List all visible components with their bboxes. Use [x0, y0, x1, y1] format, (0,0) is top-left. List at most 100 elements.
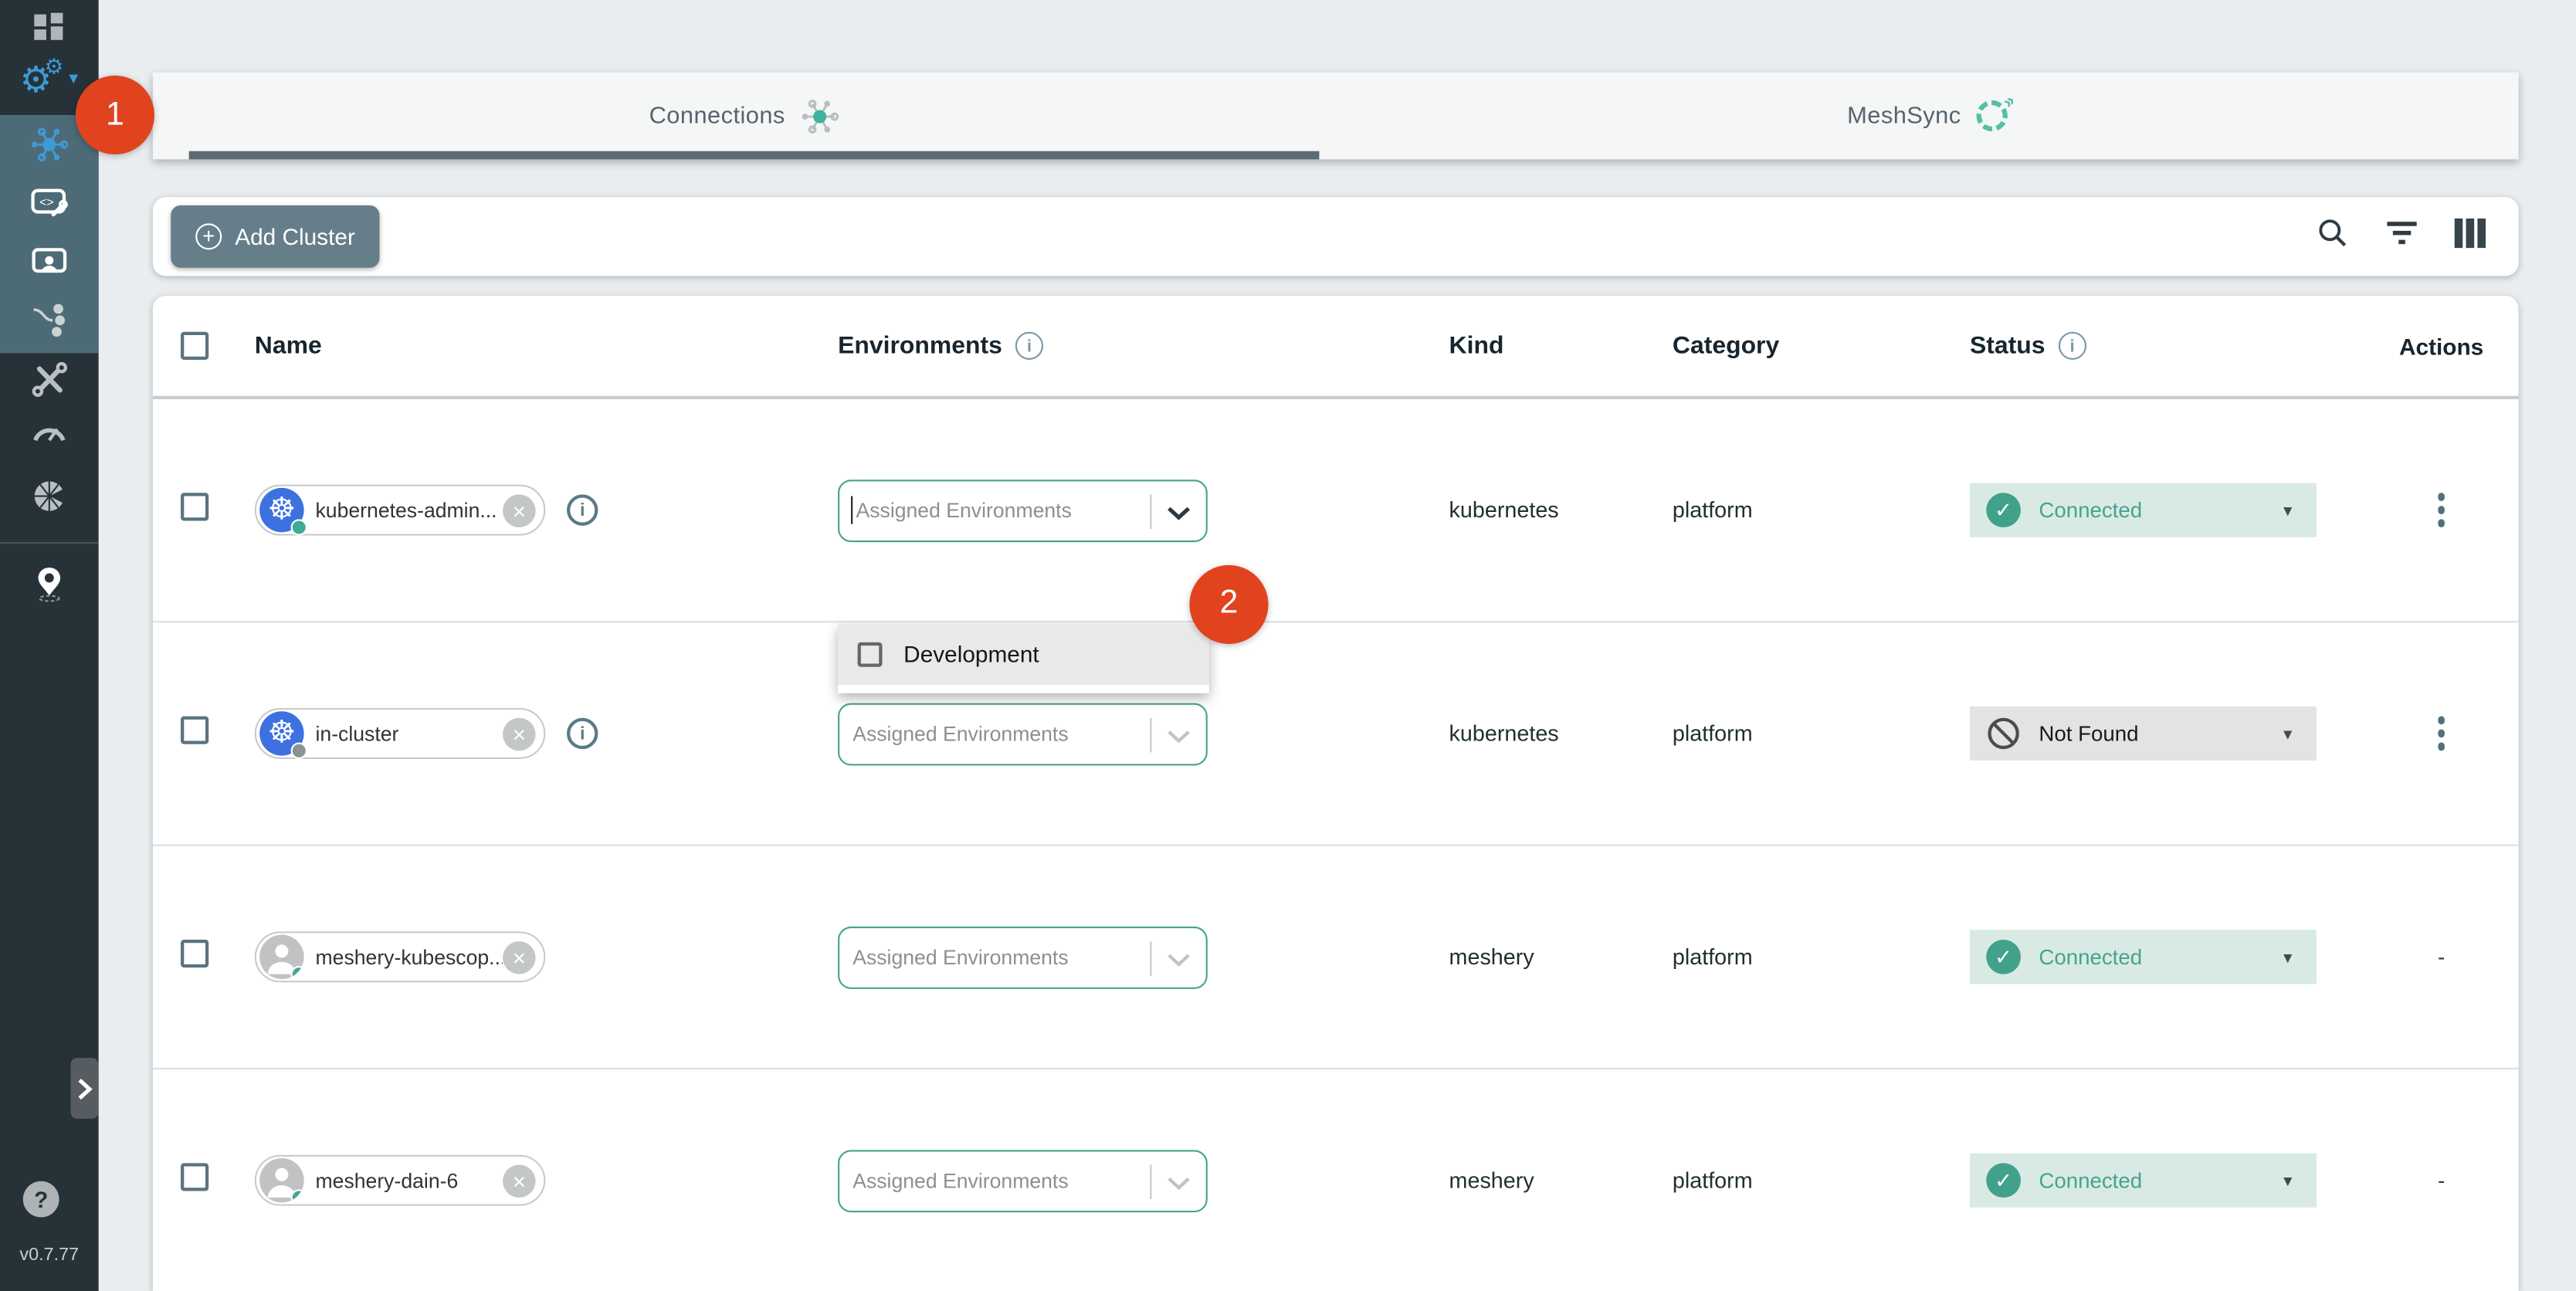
tab-meshsync[interactable]: MeshSync »	[1336, 73, 2519, 160]
col-header-name: Name	[255, 332, 838, 360]
row-checkbox[interactable]	[181, 939, 208, 967]
actions-none: -	[2438, 944, 2445, 969]
column-view-icon[interactable]	[2455, 218, 2486, 256]
option-checkbox[interactable]	[858, 642, 883, 666]
environments-select[interactable]: Assigned Environments	[838, 1149, 1208, 1211]
status-chip[interactable]: ✓ Not Found ▼	[1970, 706, 2317, 761]
connection-name: meshery-dain-6	[304, 1169, 503, 1192]
chevron-down-icon[interactable]	[1167, 952, 1191, 967]
sidebar-expand-button[interactable]	[70, 1058, 98, 1119]
help-icon[interactable]: ?	[23, 1181, 59, 1218]
not-found-ban-icon	[1986, 717, 2021, 751]
status-label: Not Found	[2039, 721, 2138, 746]
connection-info-icon[interactable]: i	[567, 494, 598, 525]
category-cell: platform	[1673, 944, 1970, 969]
environments-select[interactable]: Assigned Environments	[838, 926, 1208, 988]
meshery-app: ⚙ ⚙ ▾ <>	[0, 0, 2576, 1291]
tab-connections[interactable]: Connections	[153, 73, 1336, 160]
select-all-checkbox[interactable]	[181, 332, 208, 360]
tabs-bar: Connections MeshSync »	[153, 73, 2519, 160]
add-cluster-button[interactable]: + Add Cluster	[171, 205, 380, 268]
connection-chip[interactable]: ☸ meshery-dain-6 ×	[255, 1155, 546, 1206]
status-caret-icon[interactable]: ▼	[2280, 949, 2295, 965]
tab-connections-label: Connections	[649, 103, 785, 129]
meshery-avatar-icon	[259, 935, 303, 979]
toolkit-wrenches-icon[interactable]	[29, 360, 69, 399]
service-flow-icon[interactable]	[29, 300, 69, 340]
table-header-row: Name Environmentsi Kind Category Statusi…	[153, 296, 2519, 399]
environments-select[interactable]: Assigned Environments	[838, 479, 1208, 541]
main-content: Connections MeshSync » + Add Cluster	[99, 0, 2576, 1291]
category-cell: platform	[1673, 1168, 1970, 1193]
chevron-down-icon[interactable]	[1167, 505, 1191, 520]
actions-menu-icon[interactable]	[2438, 493, 2446, 527]
adapters-code-icon[interactable]: <>	[29, 184, 69, 223]
row-checkbox[interactable]	[181, 1162, 208, 1190]
delete-connection-icon[interactable]: ×	[503, 940, 536, 974]
delete-connection-icon[interactable]: ×	[503, 493, 536, 527]
meshery-avatar-icon	[259, 1158, 303, 1202]
status-label: Connected	[2039, 944, 2142, 969]
connection-status-dot	[291, 743, 307, 759]
dropdown-option-development[interactable]: Development	[838, 623, 1209, 684]
connection-chip[interactable]: ☸ meshery-kubescop... ×	[255, 931, 546, 982]
delete-connection-icon[interactable]: ×	[503, 717, 536, 751]
status-info-icon[interactable]: i	[2059, 332, 2086, 360]
col-header-status: Statusi	[1970, 332, 2364, 360]
extensions-pie-icon[interactable]	[29, 476, 69, 516]
chevron-down-icon[interactable]	[1167, 729, 1191, 744]
kind-cell: kubernetes	[1449, 721, 1673, 746]
connection-name: in-cluster	[304, 722, 503, 745]
version-label: v0.7.77	[0, 1245, 99, 1266]
select-divider	[1150, 940, 1151, 975]
status-chip[interactable]: ✓ Connected ▼	[1970, 930, 2317, 984]
filter-icon[interactable]	[2385, 218, 2418, 256]
annotation-step-1-badge: 1	[76, 76, 154, 154]
connections-mesh-icon[interactable]	[29, 125, 69, 164]
location-pin-icon[interactable]	[29, 564, 69, 603]
status-label: Connected	[2039, 498, 2142, 523]
connected-check-icon: ✓	[1986, 1163, 2021, 1198]
col-header-environments: Environmentsi	[838, 332, 1449, 360]
row-checkbox[interactable]	[181, 716, 208, 744]
annotation-step-2-badge: 2	[1189, 564, 1268, 643]
dashboard-grid-icon[interactable]	[29, 8, 69, 48]
meshsync-sync-icon: »	[1976, 100, 2007, 131]
environments-placeholder: Assigned Environments	[839, 945, 1068, 968]
environments-placeholder: Assigned Environments	[839, 1169, 1068, 1192]
lifecycle-gears-icon[interactable]: ⚙ ⚙ ▾	[20, 63, 86, 102]
remote-screen-user-icon[interactable]	[29, 243, 69, 283]
actions-none: -	[2438, 1168, 2445, 1193]
search-icon[interactable]	[2317, 216, 2350, 257]
status-caret-icon[interactable]: ▼	[2280, 502, 2295, 518]
connection-info-icon[interactable]: i	[567, 718, 598, 749]
environments-placeholder: Assigned Environments	[852, 499, 1072, 522]
connection-status-dot	[291, 1189, 304, 1202]
connection-name: kubernetes-admin...	[304, 499, 503, 522]
connection-chip[interactable]: ☸ kubernetes-admin... ×	[255, 485, 546, 536]
status-chip[interactable]: ✓ Connected ▼	[1970, 483, 2317, 537]
connections-table: Name Environmentsi Kind Category Statusi…	[153, 296, 2519, 1291]
status-caret-icon[interactable]: ▼	[2280, 725, 2295, 741]
kubernetes-icon: ☸	[259, 711, 303, 755]
delete-connection-icon[interactable]: ×	[503, 1164, 536, 1197]
category-cell: platform	[1673, 721, 1970, 746]
environments-dropdown: Development	[838, 623, 1209, 692]
actions-menu-icon[interactable]	[2438, 717, 2446, 751]
status-label: Connected	[2039, 1168, 2142, 1193]
tab-meshsync-label: MeshSync	[1847, 103, 1961, 129]
environments-info-icon[interactable]: i	[1015, 332, 1043, 360]
connection-chip[interactable]: ☸ in-cluster ×	[255, 708, 546, 759]
option-label: Development	[903, 641, 1039, 667]
table-row: ☸ kubernetes-admin... × i Assigned Envir…	[153, 399, 2519, 622]
select-divider	[1150, 493, 1151, 528]
active-tab-indicator	[189, 151, 1320, 160]
performance-gauge-icon[interactable]	[29, 414, 69, 453]
select-divider	[1150, 1164, 1151, 1198]
environments-select[interactable]: Assigned Environments	[838, 703, 1208, 765]
kind-cell: kubernetes	[1449, 498, 1673, 523]
status-caret-icon[interactable]: ▼	[2280, 1172, 2295, 1188]
status-chip[interactable]: ✓ Connected ▼	[1970, 1154, 2317, 1208]
row-checkbox[interactable]	[181, 492, 208, 520]
chevron-down-icon[interactable]	[1167, 1175, 1191, 1190]
